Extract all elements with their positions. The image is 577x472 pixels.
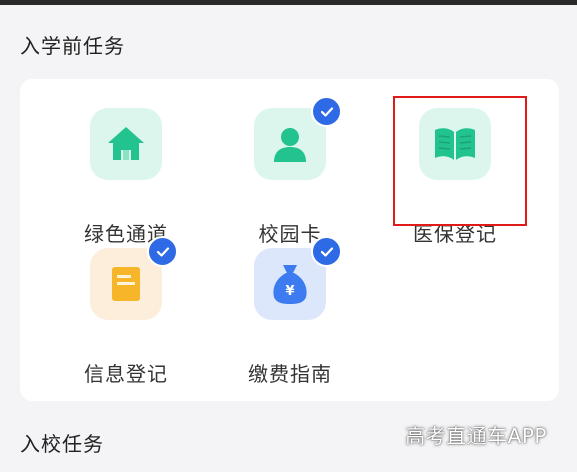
money-bag-icon: ¥ [273,265,307,304]
task-green-channel[interactable]: 绿色通道 [55,108,195,246]
task-campus-card[interactable]: 校园卡 [219,96,359,246]
top-status-bar [0,0,577,5]
section-title-enrollment: 入校任务 [20,432,104,456]
task-info-registration[interactable]: 信息登记 [55,236,195,386]
completed-check-icon [147,236,178,267]
highlight-box [393,96,527,226]
section-title-pre-enrollment: 入学前任务 [20,34,125,58]
document-icon [112,267,140,301]
completed-check-icon [311,236,342,267]
completed-check-icon [311,96,342,127]
green-channel-icon-box [90,108,162,180]
task-label: 缴费指南 [248,362,332,386]
svg-text:¥: ¥ [285,284,294,299]
home-icon [108,127,144,160]
person-icon [274,128,306,162]
task-payment-guide[interactable]: ¥ 缴费指南 [219,236,359,386]
watermark-text: 高考直通车APP [405,424,547,448]
task-label: 信息登记 [84,362,168,386]
